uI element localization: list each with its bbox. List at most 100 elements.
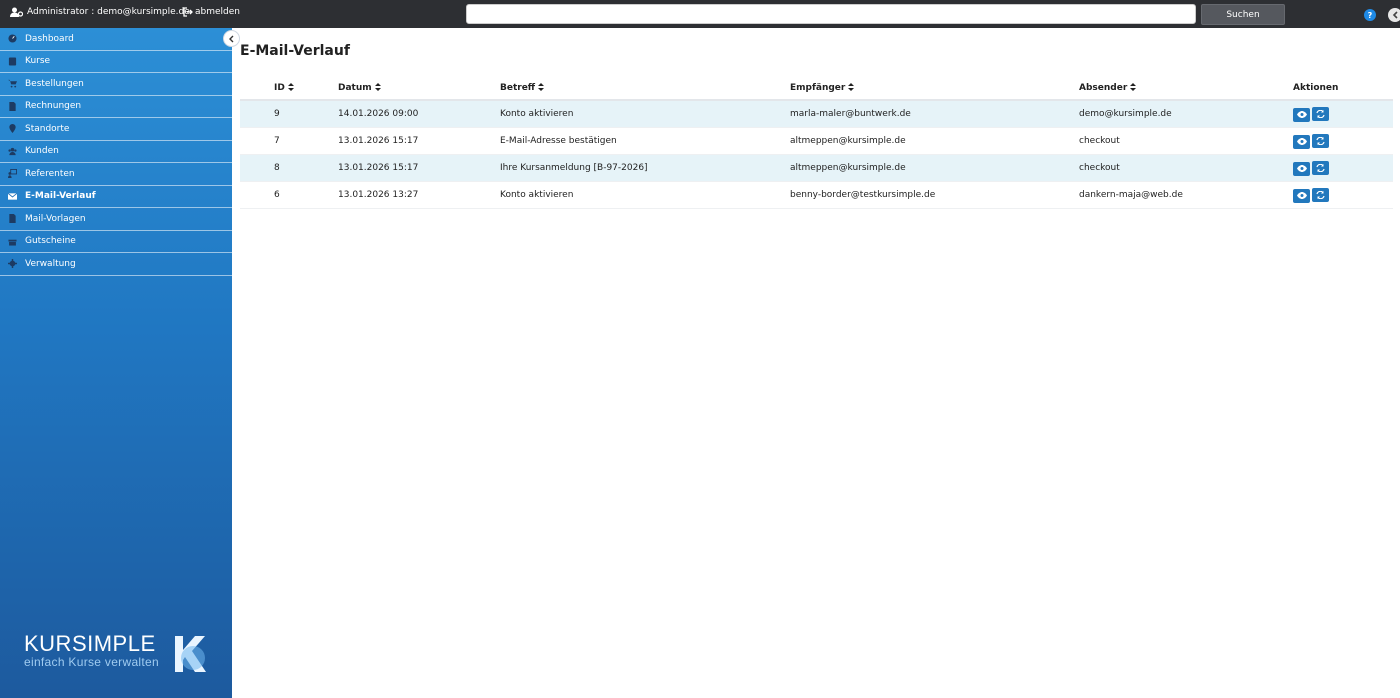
cell-betreff: E-Mail-Adresse bestätigen	[500, 136, 617, 146]
view-button[interactable]	[1293, 134, 1310, 149]
sidebar-collapse-button[interactable]	[223, 30, 240, 47]
column-header-datum[interactable]: Datum	[338, 83, 381, 93]
sort-icon	[287, 83, 294, 91]
right-panel-toggle[interactable]	[1388, 8, 1400, 22]
user-label: Administrator : demo@kursimple.de	[27, 7, 190, 17]
sidebar-item-mail-vorlagen[interactable]: Mail-Vorlagen	[0, 208, 232, 231]
eye-icon	[1296, 138, 1307, 145]
cell-id: 8	[274, 163, 280, 173]
sidebar-item-label: Standorte	[25, 123, 70, 134]
cell-empfaenger: altmeppen@kursimple.de	[790, 163, 906, 173]
file-icon	[9, 101, 16, 111]
cell-id: 7	[274, 136, 280, 146]
dashboard-icon	[8, 34, 17, 43]
search-input[interactable]	[466, 4, 1196, 24]
cell-betreff: Konto aktivieren	[500, 190, 574, 200]
cell-id: 6	[274, 190, 280, 200]
table-row: 6 13.01.2026 13:27 Konto aktivieren benn…	[240, 182, 1393, 209]
sidebar: Dashboard Kurse Bestellungen Rechnungen …	[0, 28, 232, 698]
sidebar-item-label: Dashboard	[25, 33, 74, 44]
help-icon[interactable]: ?	[1364, 9, 1376, 21]
refresh-icon	[1316, 191, 1325, 199]
logo-name: KURSIMPLE	[24, 631, 156, 656]
view-button[interactable]	[1293, 188, 1310, 203]
sort-icon	[848, 83, 855, 91]
view-button[interactable]	[1293, 107, 1310, 122]
column-header-absender[interactable]: Absender	[1079, 83, 1137, 93]
column-header-betreff[interactable]: Betreff	[500, 83, 545, 93]
column-header-aktionen: Aktionen	[1293, 83, 1339, 93]
resend-button[interactable]	[1312, 134, 1329, 148]
book-icon	[8, 57, 17, 66]
sidebar-item-gutscheine[interactable]: Gutscheine	[0, 231, 232, 253]
table-row: 7 13.01.2026 15:17 E-Mail-Adresse bestät…	[240, 128, 1393, 155]
sidebar-item-label: Mail-Vorlagen	[25, 213, 86, 224]
sidebar-item-email-verlauf[interactable]: E-Mail-Verlauf	[0, 186, 232, 208]
document-icon	[9, 214, 16, 224]
logo-tagline: einfach Kurse verwalten	[24, 655, 159, 669]
cell-datum: 14.01.2026 09:00	[338, 109, 419, 119]
sidebar-item-verwaltung[interactable]: Verwaltung	[0, 253, 232, 276]
cell-absender: checkout	[1079, 136, 1120, 146]
refresh-icon	[1316, 137, 1325, 145]
cell-id: 9	[274, 109, 280, 119]
eye-icon	[1296, 165, 1307, 172]
refresh-icon	[1316, 164, 1325, 172]
cell-aktionen	[1293, 161, 1331, 176]
search-button[interactable]: Suchen	[1201, 4, 1285, 25]
sidebar-item-label: Rechnungen	[25, 101, 82, 112]
cell-empfaenger: marla-maler@buntwerk.de	[790, 109, 911, 119]
logout-link[interactable]: abmelden	[183, 0, 240, 24]
gift-icon	[8, 239, 17, 246]
sign-out-icon	[183, 7, 193, 17]
cart-icon	[8, 80, 17, 88]
eye-icon	[1296, 192, 1307, 199]
column-header-empfaenger[interactable]: Empfänger	[790, 83, 855, 93]
user-cog-icon	[10, 7, 23, 17]
sidebar-item-label: Referenten	[25, 168, 75, 179]
resend-button[interactable]	[1312, 161, 1329, 175]
sidebar-item-dashboard[interactable]: Dashboard	[0, 28, 232, 51]
chevron-left-icon	[1392, 11, 1398, 19]
cell-betreff: Ihre Kursanmeldung [B-97-2026]	[500, 163, 648, 173]
brand-logo: KURSIMPLE einfach Kurse verwalten	[24, 631, 159, 670]
top-bar: Administrator : demo@kursimple.de abmeld…	[0, 0, 1400, 28]
eye-icon	[1296, 111, 1307, 118]
teacher-icon	[8, 169, 17, 179]
sidebar-item-kunden[interactable]: Kunden	[0, 141, 232, 163]
table-row: 9 14.01.2026 09:00 Konto aktivieren marl…	[240, 101, 1393, 128]
kursimple-logo-icon	[175, 636, 206, 672]
cell-aktionen	[1293, 107, 1331, 122]
email-history-table: ID Datum Betreff Empfänger Absender Akti…	[240, 77, 1393, 209]
sidebar-item-bestellungen[interactable]: Bestellungen	[0, 73, 232, 96]
gear-icon	[8, 259, 17, 269]
page-title: E-Mail-Verlauf	[240, 43, 350, 59]
view-button[interactable]	[1293, 161, 1310, 176]
cell-datum: 13.01.2026 15:17	[338, 163, 419, 173]
sidebar-item-referenten[interactable]: Referenten	[0, 163, 232, 186]
cell-empfaenger: benny-border@testkursimple.de	[790, 190, 936, 200]
resend-button[interactable]	[1312, 107, 1329, 121]
cell-aktionen	[1293, 134, 1331, 149]
column-header-id[interactable]: ID	[274, 83, 294, 93]
cell-empfaenger: altmeppen@kursimple.de	[790, 136, 906, 146]
sidebar-item-rechnungen[interactable]: Rechnungen	[0, 96, 232, 118]
cell-datum: 13.01.2026 13:27	[338, 190, 419, 200]
cell-aktionen	[1293, 188, 1331, 203]
sidebar-item-label: Bestellungen	[25, 78, 84, 89]
table-header: ID Datum Betreff Empfänger Absender Akti…	[240, 77, 1393, 101]
envelope-icon	[8, 192, 17, 200]
sidebar-item-label: Gutscheine	[25, 236, 76, 247]
user-info: Administrator : demo@kursimple.de	[10, 0, 190, 24]
sidebar-item-standorte[interactable]: Standorte	[0, 118, 232, 141]
logout-label: abmelden	[195, 7, 240, 17]
table-row: 8 13.01.2026 15:17 Ihre Kursanmeldung [B…	[240, 155, 1393, 182]
cell-betreff: Konto aktivieren	[500, 109, 574, 119]
sidebar-item-label: E-Mail-Verlauf	[25, 191, 96, 202]
sidebar-item-label: Kurse	[25, 56, 51, 67]
refresh-icon	[1316, 110, 1325, 118]
users-icon	[8, 147, 17, 155]
resend-button[interactable]	[1312, 188, 1329, 202]
sidebar-item-kurse[interactable]: Kurse	[0, 51, 232, 73]
map-marker-icon	[9, 124, 16, 134]
